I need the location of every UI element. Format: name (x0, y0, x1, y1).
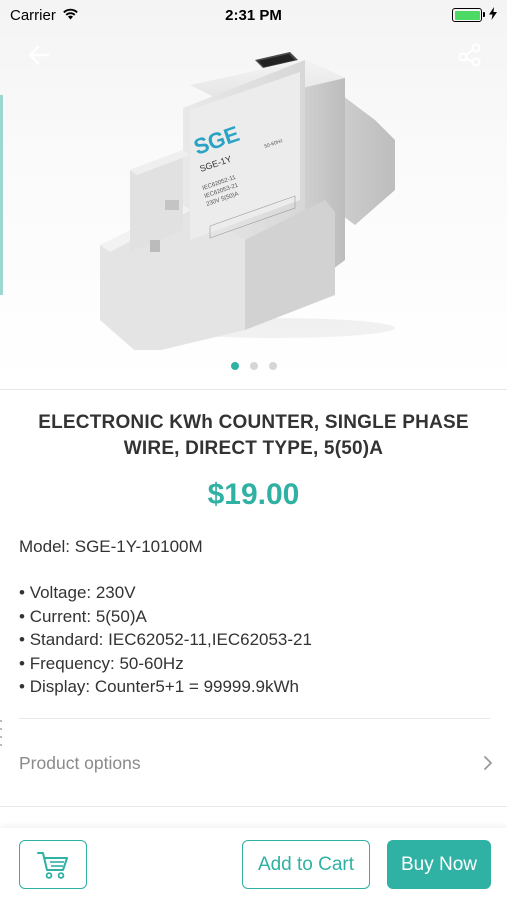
product-title: ELECTRONIC KWh COUNTER, SINGLE PHASE WIR… (38, 412, 469, 459)
cart-button[interactable] (19, 840, 87, 889)
spec-item: Current: 5(50)A (19, 605, 312, 629)
gallery-dot[interactable] (230, 362, 239, 370)
gallery-dot[interactable] (268, 362, 277, 370)
buy-now-button[interactable]: Buy Now (387, 840, 491, 889)
product-image: SGE SGE-1Y IEC62052-11 IEC62053-21 230V … (100, 52, 395, 350)
spec-item: Frequency: 50-60Hz (19, 652, 312, 676)
product-options-label: Product options (19, 752, 141, 773)
left-accent (0, 95, 3, 295)
back-button[interactable] (24, 40, 54, 70)
status-bar: Carrier 2:31 PM (0, 0, 507, 30)
product-options-row[interactable]: Product options (19, 738, 493, 788)
product-price: $19.00 (207, 478, 300, 511)
carrier-label: Carrier (10, 6, 56, 24)
status-left: Carrier (10, 7, 79, 24)
spec-item: Display: Counter5+1 = 99999.9kWh (19, 675, 312, 699)
status-right (452, 6, 497, 24)
battery-fill (454, 10, 480, 20)
spec-item: Voltage: 230V (19, 581, 312, 605)
divider (19, 718, 490, 719)
divider (0, 806, 507, 807)
add-to-cart-button[interactable]: Add to Cart (242, 840, 370, 889)
product-model: Model: SGE-1Y-10100M (19, 537, 203, 556)
spec-list: Voltage: 230V Current: 5(50)A Standard: … (19, 581, 312, 699)
share-button[interactable] (455, 40, 485, 70)
spec-item: Standard: IEC62052-11,IEC62053-21 (19, 628, 312, 652)
charging-bolt-icon (489, 6, 497, 24)
share-icon (458, 43, 481, 67)
edge-marker (0, 718, 3, 758)
product-gallery[interactable]: SGE SGE-1Y IEC62052-11 IEC62053-21 230V … (0, 0, 507, 390)
gallery-pagination (0, 362, 507, 370)
back-arrow-icon (28, 45, 50, 65)
battery-icon (452, 8, 485, 22)
bottom-action-bar: Add to Cart Buy Now (0, 828, 507, 900)
chevron-right-icon (484, 756, 492, 770)
cart-icon (37, 851, 68, 879)
divider (0, 389, 507, 390)
gallery-dot[interactable] (249, 362, 258, 370)
wifi-icon (62, 7, 79, 24)
